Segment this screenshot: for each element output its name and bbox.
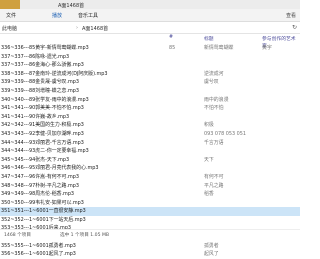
file-row[interactable]: 341~341---90许巍-故乡.mp3	[0, 113, 300, 122]
item-count: 1468 个项目	[4, 233, 31, 238]
file-name: 343~343---92李健-贝加尔湖畔.mp3	[1, 130, 84, 137]
selection-info: 选中 1 个项目 1.05 MB	[60, 233, 110, 238]
file-row[interactable]: 337~337---86陈咏-遗光.mp3	[0, 53, 300, 62]
column-title[interactable]: 标题	[204, 35, 214, 42]
file-row[interactable]: 344~344---93邓丽君-千言万语.mp3 千言万语	[0, 139, 300, 148]
file-row[interactable]: 350~350---99韦礼安-如果可以.mp3	[0, 199, 300, 208]
column-header: # 标题 参与创作的艺术家	[0, 34, 300, 49]
track-title: 虞兮叹	[204, 79, 219, 86]
track-title: 稻香	[204, 191, 214, 198]
file-row[interactable]: 337~337---86金海心-那么骄傲.mp3	[0, 61, 300, 70]
breadcrumb-folder[interactable]: A面1468首	[82, 25, 108, 32]
file-row[interactable]: 345~345---94张杰-天下.mp3 天下	[0, 156, 300, 165]
file-name: 338~338---87金南玲-逆流成河(DJ阿庆版).mp3	[1, 70, 108, 77]
file-name: 348~348---97朴树-平凡之路.mp3	[1, 182, 79, 189]
file-row[interactable]: 343~343---92李健-贝加尔湖畔.mp3 093 078 053 051	[0, 130, 300, 139]
file-row[interactable]: 355~355---1~6001孤勇者.mp3 孤勇者	[0, 242, 300, 251]
window-title: A面1468首	[58, 3, 85, 9]
track-artist: 黄宇	[262, 45, 272, 51]
file-name: 355~355---1~6001孤勇者.mp3	[1, 242, 76, 249]
address-bar[interactable]: 此电脑 › A面1468首 ↻	[0, 22, 300, 34]
track-title: 雨中的浪漫	[204, 96, 229, 103]
file-row[interactable]: 347~347---96许嵩-有何不可.mp3 有何不可	[0, 173, 300, 182]
track-title: 不怕不怕	[204, 105, 224, 112]
file-name: 345~345---94张杰-天下.mp3	[1, 156, 70, 163]
file-row[interactable]: 356~356---1~6001起风了.mp3 起风了	[0, 250, 300, 259]
file-name: 349~349---98周杰伦-稻香.mp3	[1, 191, 75, 198]
track-title: 平凡之路	[204, 182, 224, 189]
file-row[interactable]: 348~348---97朴树-平凡之路.mp3 平凡之路	[0, 182, 300, 191]
status-bar: 1468 个项目 选中 1 个项目 1.05 MB	[0, 229, 300, 241]
track-title: 新情鸳鸯蝴蝶	[204, 45, 234, 51]
file-name: 342~342---91美国的生力-积极.mp3	[1, 122, 84, 129]
file-row[interactable]: 340~340---89张学友-雨中的浪漫.mp3 雨中的浪漫	[0, 96, 300, 105]
breadcrumb-separator-icon: ›	[76, 25, 78, 31]
track-title: 逆流成河	[204, 70, 224, 77]
track-title: 天下	[204, 156, 214, 163]
column-num[interactable]: #	[169, 35, 173, 40]
breadcrumb-root[interactable]: 此电脑	[2, 25, 17, 32]
file-row[interactable]: 342~342---91美国的生力-积极.mp3 积极	[0, 121, 300, 130]
track-title: 093 078 053 051	[204, 130, 247, 137]
app-logo	[0, 0, 20, 9]
file-row[interactable]: 352~352---1~6001下一站天后.mp3	[0, 216, 300, 225]
file-name: 352~352---1~6001下一站天后.mp3	[1, 216, 86, 223]
file-name: 350~350---99韦礼安-如果可以.mp3	[1, 199, 84, 206]
file-name: 336~336---85黄宇-新情鸳鸯蝴蝶.mp3	[1, 45, 89, 51]
track-title: 孤勇者	[204, 242, 219, 249]
file-name: 351~351---1~6001一直很安静.mp3	[1, 208, 86, 215]
file-name: 344~344---93虎二-你一定要幸福.mp3	[1, 148, 89, 155]
file-row[interactable]: 351~351---1~6001一直很安静.mp3	[0, 207, 300, 216]
ribbon-tab-music-tools[interactable]: 音乐工具	[78, 12, 98, 19]
file-name: 340~340---89张学友-雨中的浪漫.mp3	[1, 96, 89, 103]
file-row[interactable]: 336~336---85黄宇-新情鸳鸯蝴蝶.mp3 85 新情鸳鸯蝴蝶 黄宇	[0, 44, 300, 53]
track-title: 起风了	[204, 251, 219, 258]
file-name: 337~337---86金海心-那么骄傲.mp3	[1, 62, 84, 69]
file-name: 339~339---88刘增瞳-蝶之恋.mp3	[1, 87, 79, 94]
refresh-icon[interactable]: ↻	[292, 24, 297, 31]
file-row[interactable]: 338~338---87金南玲-逆流成河(DJ阿庆版).mp3 逆流成河	[0, 70, 300, 79]
file-name: 337~337---86陈咏-遗光.mp3	[1, 53, 70, 60]
file-name: 356~356---1~6001起风了.mp3	[1, 251, 76, 258]
file-name: 346~346---95邓丽君-月亮代表我的心.mp3	[1, 165, 99, 172]
track-title: 有何不可	[204, 173, 224, 180]
ribbon-view-label[interactable]: 查看	[286, 12, 296, 19]
file-name: 339~339---88金贵晟-虞兮叹.mp3	[1, 79, 79, 86]
file-row[interactable]: 349~349---98周杰伦-稻香.mp3 稻香	[0, 190, 300, 199]
file-list: 336~336---85黄宇-新情鸳鸯蝴蝶.mp3 85 新情鸳鸯蝴蝶 黄宇 337~3…	[0, 44, 300, 259]
ribbon-tab-file[interactable]: 文件	[6, 12, 16, 19]
track-title: 千言万语	[204, 139, 224, 146]
file-name: 344~344---93邓丽君-千言万语.mp3	[1, 139, 84, 146]
title-bar: A面1468首	[0, 0, 300, 9]
file-name: 347~347---96许嵩-有何不可.mp3	[1, 173, 79, 180]
track-title: 积极	[204, 122, 214, 129]
ribbon-tab-play[interactable]: 播放	[52, 12, 62, 19]
track-number: 85	[169, 45, 176, 51]
file-row[interactable]: 339~339---88刘增瞳-蝶之恋.mp3	[0, 87, 300, 96]
file-row[interactable]: 346~346---95邓丽君-月亮代表我的心.mp3	[0, 164, 300, 173]
file-name: 341~341---90郭美美-不怕不怕.mp3	[1, 105, 84, 112]
ribbon: 文件 播放 音乐工具 查看	[0, 9, 300, 22]
file-row[interactable]: 341~341---90郭美美-不怕不怕.mp3 不怕不怕	[0, 104, 300, 113]
file-row[interactable]: 344~344---93虎二-你一定要幸福.mp3	[0, 147, 300, 156]
file-row[interactable]: 339~339---88金贵晟-虞兮叹.mp3 虞兮叹	[0, 78, 300, 87]
file-name: 341~341---90许巍-故乡.mp3	[1, 113, 70, 120]
